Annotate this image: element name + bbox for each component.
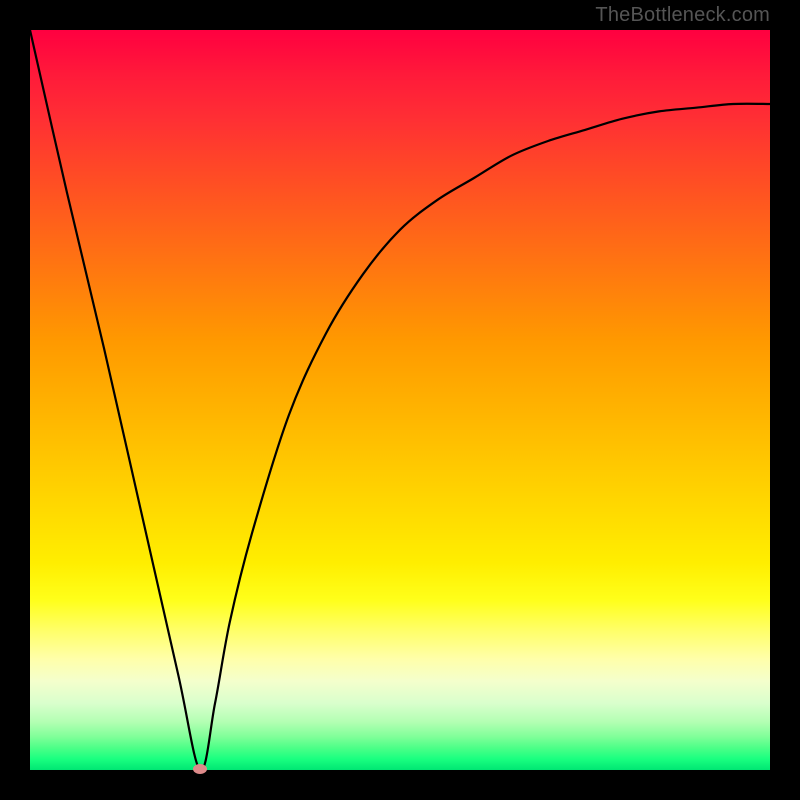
plot-area [30, 30, 770, 770]
curve-svg [30, 30, 770, 770]
attribution-text: TheBottleneck.com [595, 4, 770, 27]
bottleneck-curve [30, 30, 770, 770]
chart-container: TheBottleneck.com [0, 0, 800, 800]
minimum-marker [193, 764, 207, 774]
